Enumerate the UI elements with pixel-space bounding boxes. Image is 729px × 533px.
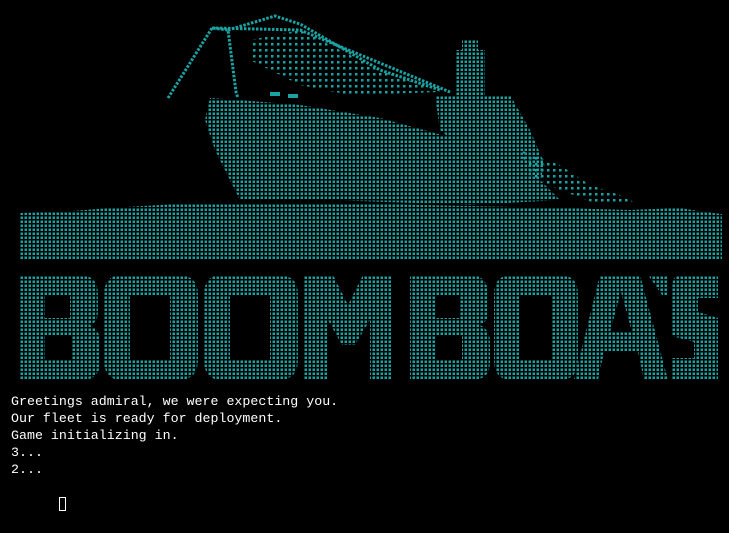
ship-upper-deck bbox=[250, 30, 440, 95]
console-line-countdown-3: 3... bbox=[11, 445, 43, 460]
letter-a bbox=[574, 275, 668, 380]
letter-b bbox=[20, 275, 100, 380]
letter-o bbox=[104, 275, 198, 380]
letter-s bbox=[672, 275, 718, 380]
water-band bbox=[20, 203, 722, 260]
console-output: Greetings admiral, we were expecting you… bbox=[11, 393, 339, 511]
deck-detail bbox=[270, 92, 280, 96]
console-input-line[interactable] bbox=[11, 478, 338, 511]
ship-tower bbox=[455, 50, 485, 95]
boom-boats-ascii-banner bbox=[20, 14, 722, 380]
console-line-fleet-ready: Our fleet is ready for deployment. bbox=[11, 411, 283, 426]
console-line-initializing: Game initializing in. bbox=[11, 428, 179, 443]
text-cursor[interactable] bbox=[58, 497, 66, 511]
deck-detail bbox=[288, 94, 298, 98]
terminal-window[interactable]: Greetings admiral, we were expecting you… bbox=[0, 0, 729, 511]
console-line-countdown-2: 2... bbox=[11, 462, 43, 477]
letter-o bbox=[204, 275, 298, 380]
ship-tower-top bbox=[462, 40, 478, 52]
banner-title-letters bbox=[20, 275, 718, 380]
console-line-greeting: Greetings admiral, we were expecting you… bbox=[11, 394, 339, 409]
bow-outline bbox=[166, 26, 240, 99]
letter-m bbox=[303, 275, 392, 380]
letter-t bbox=[648, 275, 668, 295]
letter-o bbox=[494, 275, 578, 380]
battleship-art bbox=[166, 14, 640, 205]
letter-b bbox=[410, 275, 490, 380]
